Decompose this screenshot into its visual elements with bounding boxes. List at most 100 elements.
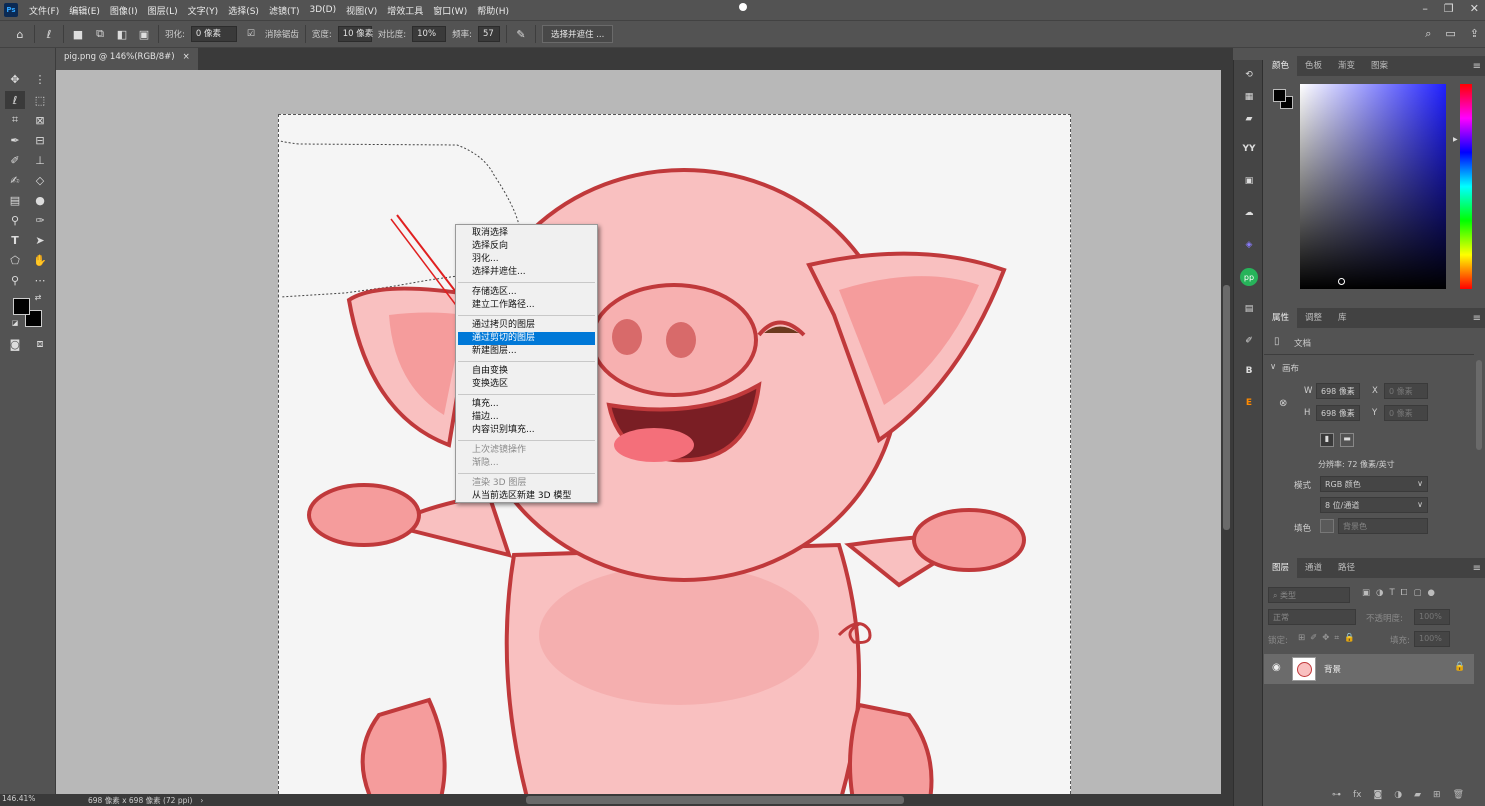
fx-icon[interactable]: fx bbox=[1353, 790, 1362, 800]
fill-swatch[interactable] bbox=[1320, 519, 1334, 533]
gradient-tool-icon[interactable]: ▤ bbox=[5, 191, 25, 209]
new-selection-icon[interactable]: ■ bbox=[70, 26, 86, 42]
link-icon[interactable]: ⊗ bbox=[1279, 398, 1287, 409]
antialias-checkbox[interactable]: ☑ bbox=[243, 26, 259, 42]
add-mask-icon[interactable]: ◙ bbox=[1374, 790, 1383, 800]
adjustment-layer-icon[interactable]: ◑ bbox=[1394, 790, 1402, 800]
move-tool-icon[interactable]: ✥ bbox=[5, 70, 25, 88]
group-icon[interactable]: ▰ bbox=[1414, 790, 1421, 800]
document-canvas[interactable] bbox=[278, 114, 1071, 794]
type-tool-icon[interactable]: T bbox=[5, 231, 25, 249]
x-field[interactable]: 0 像素 bbox=[1384, 383, 1428, 399]
share-icon[interactable]: ⇪ bbox=[1470, 27, 1479, 41]
menu-item-layer-via-cut[interactable]: 通过剪切的图层 bbox=[458, 332, 595, 345]
horizontal-scroll-thumb[interactable] bbox=[526, 796, 904, 804]
color-picker-ring[interactable] bbox=[1338, 278, 1345, 285]
plugin-image-icon[interactable]: ▣ bbox=[1240, 172, 1258, 190]
height-field[interactable]: 698 像素 bbox=[1316, 405, 1360, 421]
menu-item-fill[interactable]: 填充... bbox=[456, 398, 597, 411]
fg-color-swatch[interactable] bbox=[1273, 89, 1286, 102]
subtract-selection-icon[interactable]: ◧ bbox=[114, 26, 130, 42]
menu-item-select-inverse[interactable]: 选择反向 bbox=[456, 240, 597, 253]
delete-layer-icon[interactable]: 🗑 bbox=[1453, 790, 1464, 800]
blend-mode-select[interactable]: 正常 bbox=[1268, 609, 1356, 625]
menu-item-layer-via-copy[interactable]: 通过拷贝的图层 bbox=[456, 319, 597, 332]
eraser-tool-icon[interactable]: ◇ bbox=[30, 171, 50, 189]
vertical-scroll-thumb[interactable] bbox=[1223, 285, 1230, 530]
libraries-icon[interactable]: ▤ bbox=[1240, 300, 1258, 318]
menu-window[interactable]: 窗口(W) bbox=[428, 4, 472, 17]
search-icon[interactable]: ⌕ bbox=[1425, 27, 1431, 41]
link-layers-icon[interactable]: ⊶ bbox=[1332, 790, 1341, 800]
menu-view[interactable]: 视图(V) bbox=[341, 4, 382, 17]
tab-adjustments[interactable]: 调整 bbox=[1297, 308, 1330, 328]
close-window-icon[interactable]: ✕ bbox=[1470, 2, 1479, 15]
menu-item-new-3d-from-selection[interactable]: 从当前选区新建 3D 模型 bbox=[456, 490, 597, 503]
fill-select[interactable]: 背景色 bbox=[1338, 518, 1428, 534]
vertical-scrollbar[interactable] bbox=[1221, 70, 1233, 794]
properties-scroll-thumb[interactable] bbox=[1476, 360, 1482, 450]
layer-row[interactable]: ◉ 背景 🔒 bbox=[1264, 654, 1474, 684]
status-arrow-icon[interactable]: › bbox=[200, 796, 203, 805]
zoom-tool-icon[interactable]: ⚲ bbox=[5, 271, 25, 289]
hand-tool-icon[interactable]: ✋ bbox=[30, 251, 50, 269]
menu-filter[interactable]: 滤镜(T) bbox=[264, 4, 305, 17]
menu-help[interactable]: 帮助(H) bbox=[472, 4, 514, 17]
workspace-icon[interactable]: ▭ bbox=[1445, 27, 1455, 41]
menu-file[interactable]: 文件(F) bbox=[24, 4, 64, 17]
intersect-selection-icon[interactable]: ▣ bbox=[136, 26, 152, 42]
menu-3d[interactable]: 3D(D) bbox=[304, 5, 341, 15]
plugin-cloud-icon[interactable]: ☁ bbox=[1240, 204, 1258, 222]
plugin-yy-icon[interactable]: YY bbox=[1240, 140, 1258, 158]
eyedropper-tool-icon[interactable]: ✒ bbox=[5, 131, 25, 149]
contrast-input[interactable]: 10% bbox=[412, 26, 447, 42]
feather-input[interactable]: 0 像素 bbox=[190, 26, 237, 42]
tab-layers[interactable]: 图层 bbox=[1264, 558, 1298, 578]
plugin-b-icon[interactable]: B bbox=[1240, 362, 1258, 380]
zoom-readout[interactable]: 146.41% bbox=[0, 794, 56, 806]
eye-icon[interactable]: ◉ bbox=[1272, 662, 1281, 673]
hue-slider[interactable] bbox=[1460, 84, 1472, 289]
foreground-color-swatch[interactable] bbox=[13, 298, 30, 315]
frame-tool-icon[interactable]: ⊠ bbox=[30, 111, 50, 129]
crop-tool-icon[interactable]: ⌗ bbox=[5, 111, 25, 129]
menu-item-transform-selection[interactable]: 变换选区 bbox=[456, 378, 597, 391]
lock-icons[interactable]: ⊞✐✥⌗🔒 bbox=[1298, 633, 1360, 643]
default-colors-icon[interactable]: ◪ bbox=[10, 318, 20, 328]
layer-filter-select[interactable]: ⌕ 类型 bbox=[1268, 587, 1350, 603]
screen-mode-icon[interactable]: ⧈ bbox=[30, 335, 50, 353]
frequency-input[interactable]: 57 bbox=[478, 26, 501, 42]
menu-plugins[interactable]: 增效工具 bbox=[382, 4, 428, 17]
properties-icon[interactable]: ▦ bbox=[1240, 88, 1258, 106]
patch-tool-icon[interactable]: ⊟ bbox=[30, 131, 50, 149]
menu-item-free-transform[interactable]: 自由变换 bbox=[456, 365, 597, 378]
portrait-icon[interactable]: ▮ bbox=[1320, 433, 1334, 447]
home-icon[interactable]: ⌂ bbox=[12, 26, 28, 42]
panel-menu-icon[interactable]: ≡ bbox=[1473, 61, 1481, 72]
menu-edit[interactable]: 编辑(E) bbox=[64, 4, 105, 17]
panel-menu-icon[interactable]: ≡ bbox=[1473, 313, 1481, 324]
mode-select[interactable]: RGB 颜色 ∨ bbox=[1320, 476, 1428, 492]
history-brush-icon[interactable]: ✍ bbox=[5, 171, 25, 189]
add-selection-icon[interactable]: ⧉ bbox=[92, 26, 108, 42]
layer-name[interactable]: 背景 bbox=[1324, 663, 1341, 675]
comments-icon[interactable]: ▰ bbox=[1240, 110, 1258, 128]
swap-colors-icon[interactable]: ⇄ bbox=[32, 292, 44, 302]
dodge-tool-icon[interactable]: ⚲ bbox=[5, 211, 25, 229]
menu-item-new-layer[interactable]: 新建图层... bbox=[456, 345, 597, 358]
brush-settings-icon[interactable]: ✐ bbox=[1240, 332, 1258, 350]
layer-lock-icon[interactable]: 🔒 bbox=[1454, 662, 1465, 672]
magnetic-lasso-icon[interactable]: ℓ bbox=[41, 26, 57, 42]
tab-swatches[interactable]: 色板 bbox=[1297, 56, 1330, 76]
menu-item-save-selection[interactable]: 存储选区... bbox=[456, 286, 597, 299]
y-field[interactable]: 0 像素 bbox=[1384, 405, 1428, 421]
collapse-chevron-icon[interactable]: ∨ bbox=[1270, 362, 1276, 372]
plugin-e-icon[interactable]: E bbox=[1240, 394, 1258, 412]
width-field[interactable]: 698 像素 bbox=[1316, 383, 1360, 399]
restore-icon[interactable]: ❐ bbox=[1444, 2, 1454, 15]
close-tab-icon[interactable]: × bbox=[183, 52, 190, 66]
landscape-icon[interactable]: ▬ bbox=[1340, 433, 1354, 447]
menu-item-feather[interactable]: 羽化... bbox=[456, 253, 597, 266]
canvas-area[interactable] bbox=[56, 70, 1221, 794]
blur-tool-icon[interactable]: ● bbox=[30, 191, 50, 209]
